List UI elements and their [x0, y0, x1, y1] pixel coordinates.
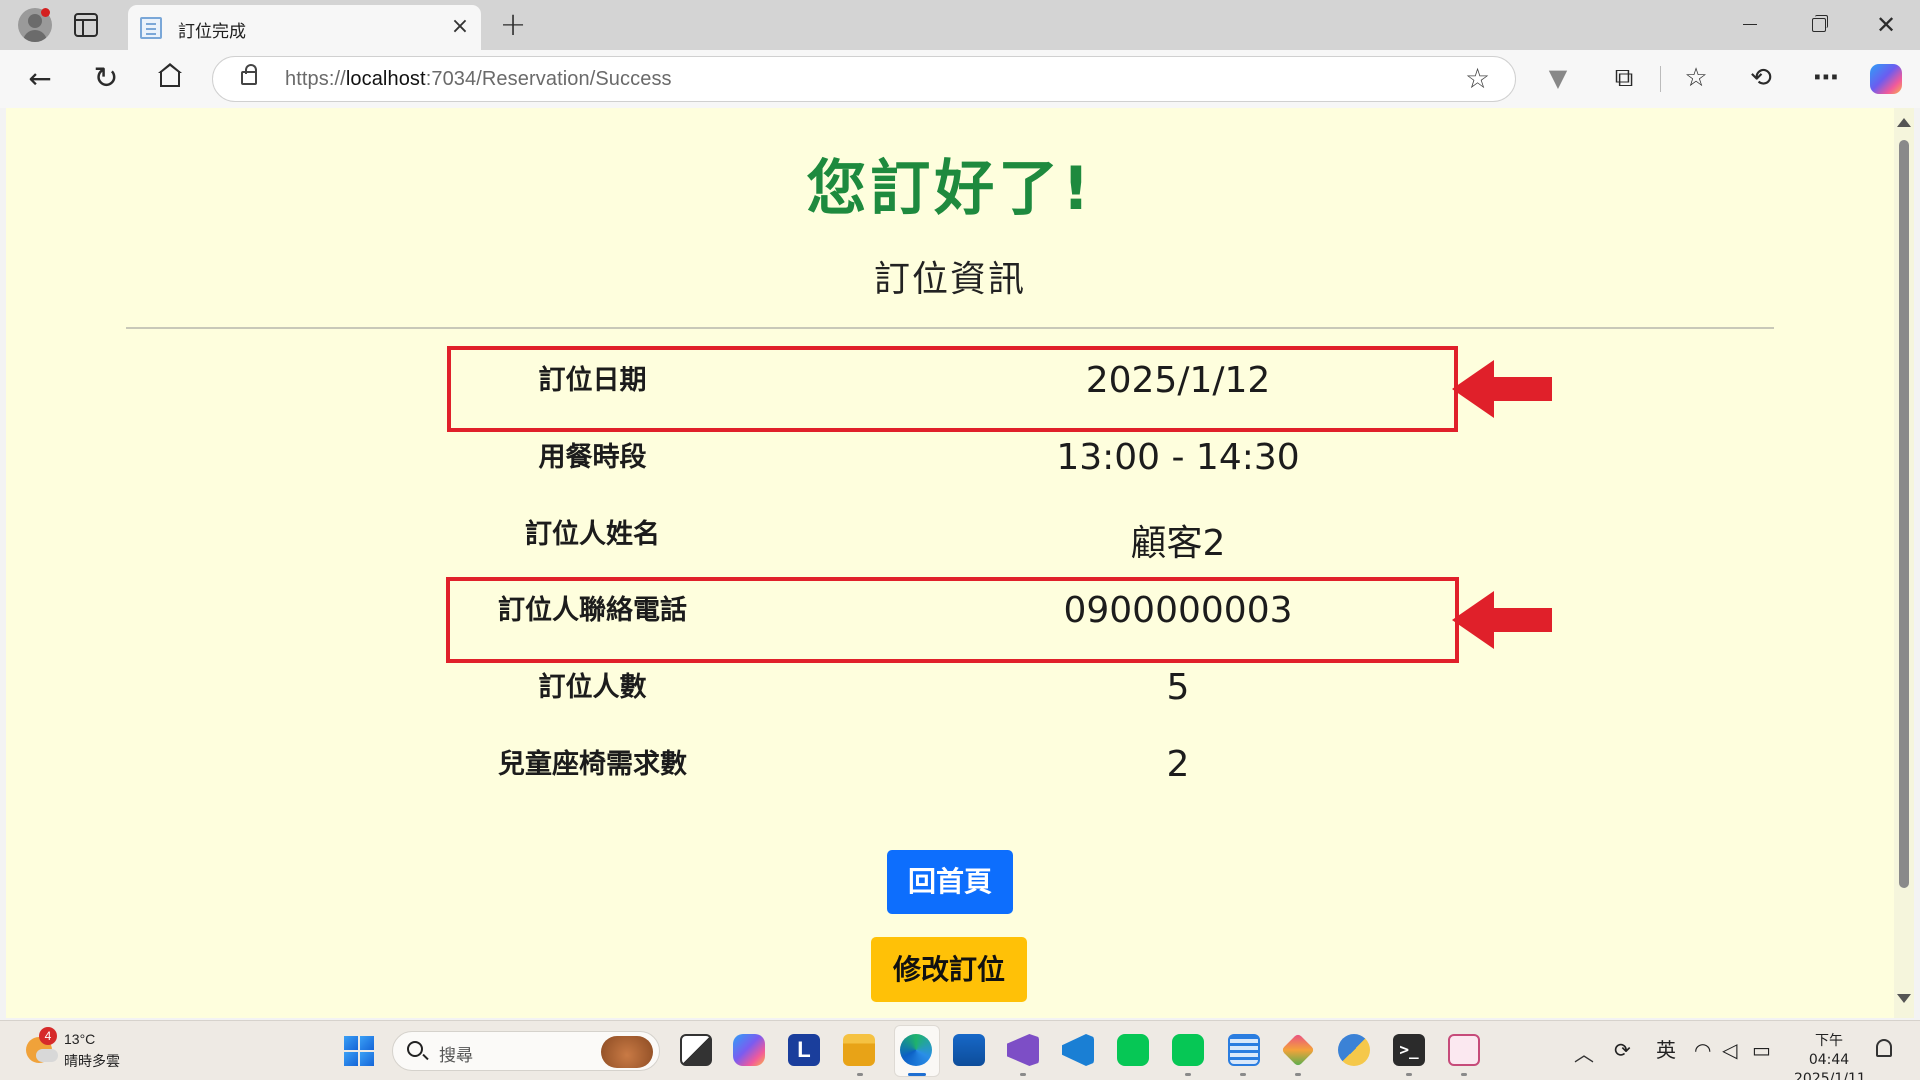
weather-description: 晴時多雲	[64, 1054, 120, 1070]
l-app-icon[interactable]: L	[788, 1034, 820, 1066]
child-seat-row: 兒童座椅需求數 2	[448, 730, 1454, 802]
scroll-down-icon[interactable]	[1897, 994, 1911, 1003]
git-icon[interactable]	[1281, 1033, 1315, 1067]
edit-reservation-button[interactable]: 修改訂位	[871, 937, 1027, 1002]
active-tab[interactable]: 訂位完成 ×	[128, 5, 481, 50]
python-icon[interactable]	[1338, 1034, 1370, 1066]
sync-icon[interactable]: ⟳	[1614, 1038, 1631, 1062]
start-button-icon[interactable]	[344, 1036, 374, 1066]
favorites-icon[interactable]: ☆	[1679, 61, 1713, 95]
weather-temperature: 13°C	[64, 1031, 96, 1047]
back-icon[interactable]: ←	[24, 63, 56, 95]
page-favicon-icon	[140, 17, 162, 39]
customer-name-row: 訂位人姓名 顧客2	[448, 500, 1454, 572]
weather-badge: 4	[39, 1027, 57, 1045]
tray-chevron-icon[interactable]: ︿	[1574, 1038, 1594, 1067]
terminal-icon[interactable]: >_	[1393, 1034, 1425, 1066]
snipping-tool-icon[interactable]	[1448, 1034, 1480, 1066]
address-bar[interactable]: https://localhost:7034/Reservation/Succe…	[212, 56, 1516, 102]
copilot-icon[interactable]	[1870, 64, 1902, 94]
terminal-running-dot	[1406, 1073, 1412, 1076]
lock-icon[interactable]	[241, 64, 257, 85]
clock-date: 2025/1/11	[1794, 1071, 1866, 1080]
visual-studio-icon[interactable]	[1007, 1034, 1039, 1066]
store-icon[interactable]	[953, 1034, 985, 1066]
volume-icon[interactable]: ◁	[1722, 1038, 1737, 1062]
more-icon[interactable]: ⋯	[1809, 61, 1843, 95]
system-clock[interactable]: 下午 04:44 2025/1/11	[1794, 1032, 1866, 1080]
vivaldi-icon[interactable]: ▼	[1541, 61, 1575, 95]
date-highlight-box	[447, 346, 1458, 432]
scroll-up-icon[interactable]	[1897, 118, 1911, 127]
phone-arrow-icon	[1452, 591, 1552, 649]
close-window-button[interactable]: ✕	[1872, 12, 1900, 38]
new-tab-button[interactable]: +	[498, 8, 528, 40]
customer-name-label: 訂位人姓名	[525, 519, 660, 550]
notepad-running-dot	[1240, 1073, 1246, 1076]
scroll-thumb[interactable]	[1899, 140, 1909, 888]
customer-name-value: 顧客2	[1130, 523, 1226, 564]
clock-time: 下午 04:44	[1808, 1033, 1850, 1068]
dining-time-label: 用餐時段	[538, 442, 647, 473]
history-icon[interactable]: ⟲	[1744, 61, 1778, 95]
toolbar-divider	[1660, 66, 1661, 92]
home-icon[interactable]	[154, 63, 186, 95]
line-running-dot	[1185, 1073, 1191, 1076]
windows-taskbar: 4 13°C 晴時多雲 搜尋 L >_ ︿ ⟳ 英 ◠ ◁ ▭ 下午 04:44…	[0, 1020, 1920, 1080]
dining-time-value: 13:00 - 14:30	[1056, 437, 1300, 478]
section-title: 訂位資訊	[873, 259, 1026, 300]
extensions-icon[interactable]: ⧉	[1607, 61, 1641, 95]
notepad-icon[interactable]	[1228, 1034, 1260, 1066]
restore-button[interactable]	[1804, 12, 1832, 38]
party-size-value: 5	[1166, 667, 1190, 708]
profile-notification-dot	[41, 8, 50, 17]
minimize-button[interactable]	[1736, 12, 1764, 38]
weather-cloud-icon	[36, 1049, 58, 1062]
wifi-icon[interactable]: ◠	[1694, 1038, 1711, 1062]
section-divider	[126, 327, 1774, 329]
date-arrow-icon	[1452, 360, 1552, 418]
party-size-label: 訂位人數	[538, 672, 647, 703]
git-running-dot	[1295, 1073, 1301, 1076]
tab-title: 訂位完成	[178, 22, 246, 41]
visual-studio-running-dot	[1020, 1073, 1026, 1076]
page-title: 您訂好了!	[806, 154, 1094, 224]
tab-close-icon[interactable]: ×	[448, 15, 472, 39]
file-explorer-running-dot	[857, 1073, 863, 1076]
search-highlight-image	[601, 1036, 653, 1068]
edge-active-indicator	[908, 1073, 926, 1076]
tab-bar: 訂位完成 × + ✕	[0, 0, 1920, 50]
file-explorer-icon[interactable]	[843, 1034, 875, 1066]
browser-toolbar: ← ↻ https://localhost:7034/Reservation/S…	[0, 50, 1920, 108]
search-icon	[407, 1041, 423, 1057]
party-size-row: 訂位人數 5	[448, 653, 1454, 725]
notification-bell-icon[interactable]	[1876, 1039, 1892, 1057]
snipping-tool-running-dot	[1461, 1073, 1467, 1076]
search-placeholder: 搜尋	[439, 1046, 473, 1066]
taskbar-search[interactable]: 搜尋	[392, 1031, 660, 1071]
page-viewport: 您訂好了! 訂位資訊 訂位日期 2025/1/12 用餐時段 13:00 - 1…	[6, 108, 1894, 1018]
child-seat-label: 兒童座椅需求數	[498, 749, 687, 780]
url-text[interactable]: https://localhost:7034/Reservation/Succe…	[285, 68, 672, 91]
line-icon[interactable]	[1117, 1034, 1149, 1066]
dining-time-row: 用餐時段 13:00 - 14:30	[448, 423, 1454, 495]
reload-icon[interactable]: ↻	[90, 63, 122, 95]
input-language[interactable]: 英	[1656, 1038, 1676, 1062]
star-icon[interactable]: ☆	[1465, 64, 1490, 94]
home-button[interactable]: 回首頁	[887, 850, 1013, 914]
edge-icon[interactable]	[900, 1034, 932, 1066]
vscode-icon[interactable]	[1062, 1034, 1094, 1066]
copilot-app-icon[interactable]	[733, 1034, 765, 1066]
line-icon-2[interactable]	[1172, 1034, 1204, 1066]
tab-actions-icon[interactable]	[74, 13, 98, 37]
battery-icon[interactable]: ▭	[1752, 1038, 1771, 1062]
phone-highlight-box	[446, 577, 1459, 663]
page-scrollbar[interactable]	[1894, 108, 1914, 1018]
child-seat-value: 2	[1166, 744, 1190, 785]
task-view-icon[interactable]	[680, 1034, 712, 1066]
